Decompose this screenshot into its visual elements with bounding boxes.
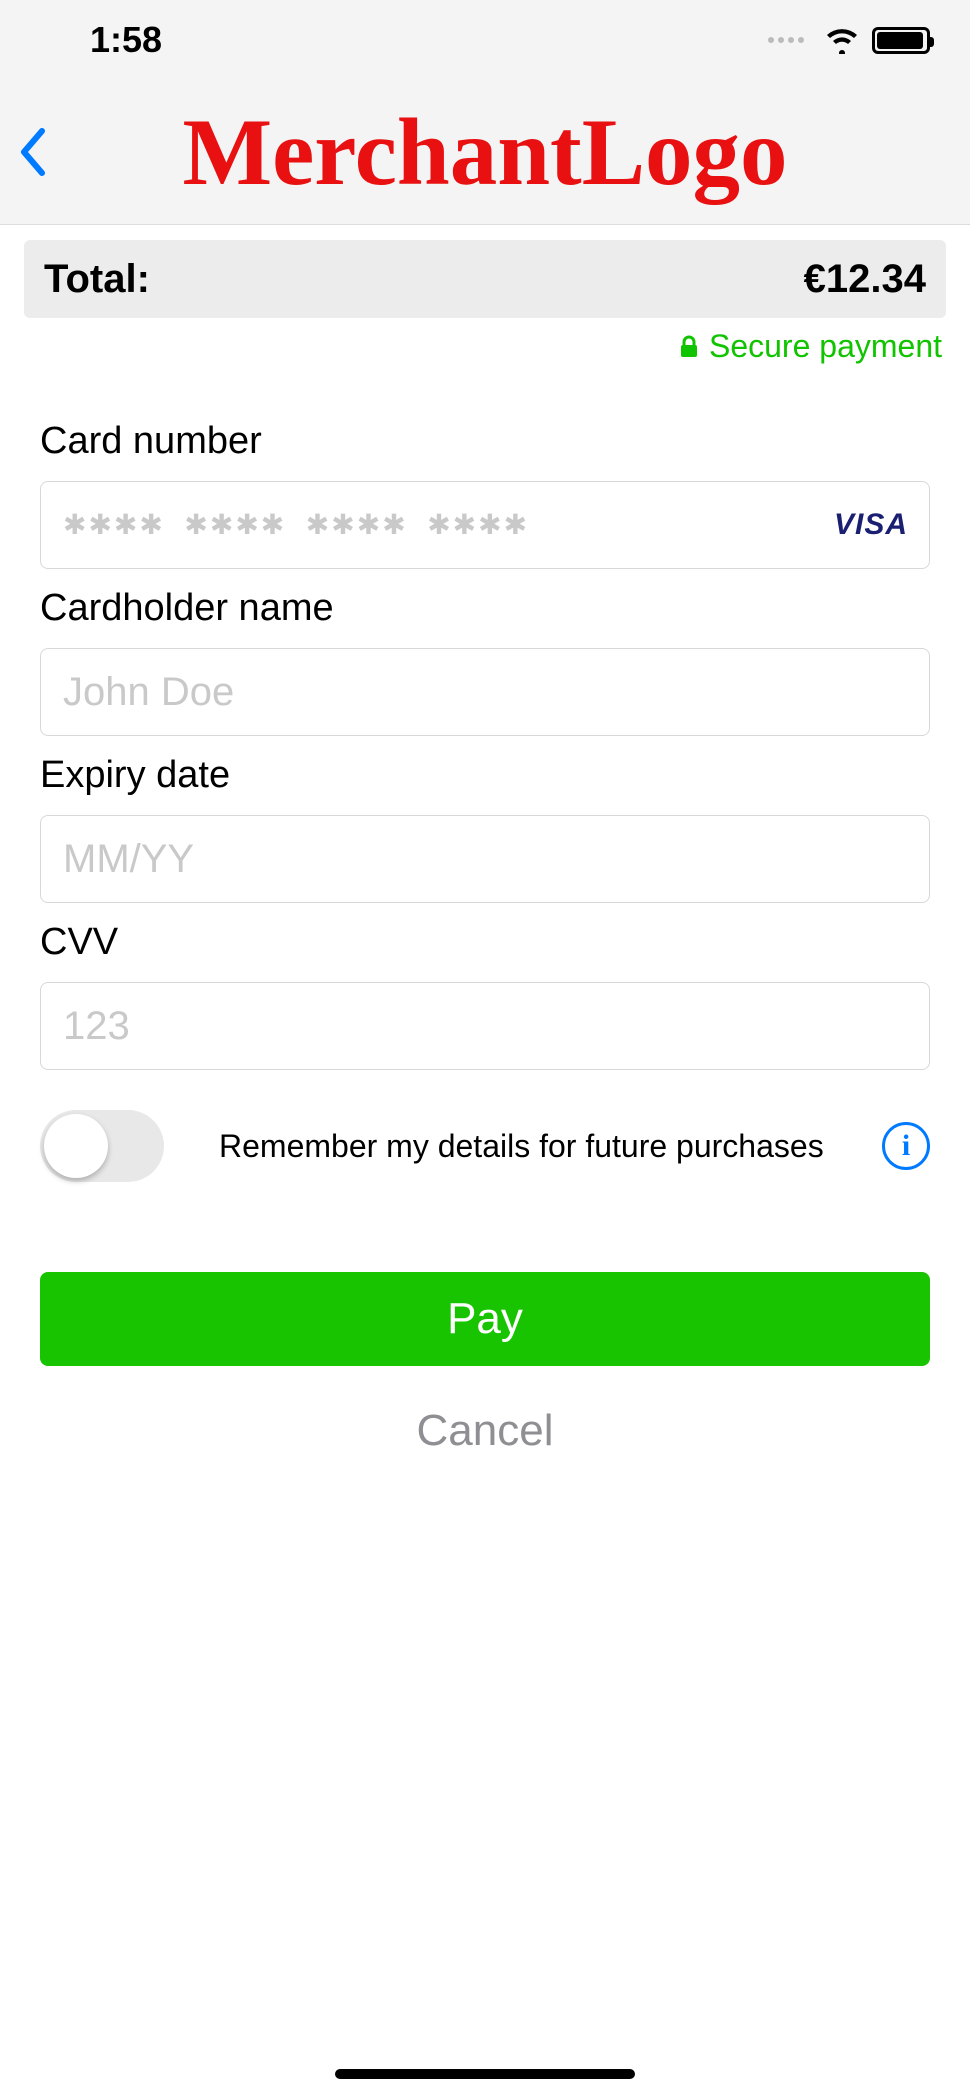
info-icon[interactable]: i bbox=[882, 1122, 930, 1170]
lock-icon bbox=[679, 335, 699, 359]
secure-payment-row: Secure payment bbox=[0, 318, 970, 365]
remember-label: Remember my details for future purchases bbox=[219, 1128, 827, 1165]
total-strip: Total: €12.34 bbox=[24, 240, 946, 318]
cvv-input[interactable] bbox=[40, 982, 930, 1070]
merchant-logo: MerchantLogo bbox=[182, 105, 787, 200]
total-amount: €12.34 bbox=[804, 257, 926, 302]
expiry-input[interactable] bbox=[40, 815, 930, 903]
cvv-label: CVV bbox=[40, 921, 930, 964]
battery-icon bbox=[872, 27, 930, 54]
status-bar: 1:58 bbox=[0, 0, 970, 80]
secure-payment-text: Secure payment bbox=[709, 328, 942, 365]
cardholder-input[interactable] bbox=[40, 648, 930, 736]
card-number-label: Card number bbox=[40, 420, 930, 463]
wifi-icon bbox=[824, 26, 860, 54]
card-brand-visa-icon: VISA bbox=[834, 508, 908, 542]
home-indicator[interactable] bbox=[335, 2069, 635, 2079]
expiry-label: Expiry date bbox=[40, 754, 930, 797]
status-time: 1:58 bbox=[90, 19, 162, 61]
total-label: Total: bbox=[44, 257, 150, 302]
cancel-button[interactable]: Cancel bbox=[40, 1396, 930, 1466]
remember-toggle[interactable] bbox=[40, 1110, 164, 1182]
nav-header: MerchantLogo bbox=[0, 80, 970, 225]
back-button[interactable] bbox=[0, 127, 48, 177]
pay-button[interactable]: Pay bbox=[40, 1272, 930, 1366]
cardholder-label: Cardholder name bbox=[40, 587, 930, 630]
status-right bbox=[768, 26, 930, 54]
payment-form: Card number VISA Cardholder name Expiry … bbox=[0, 365, 970, 1466]
card-number-input[interactable] bbox=[40, 481, 930, 569]
cellular-dots-icon bbox=[768, 37, 804, 43]
